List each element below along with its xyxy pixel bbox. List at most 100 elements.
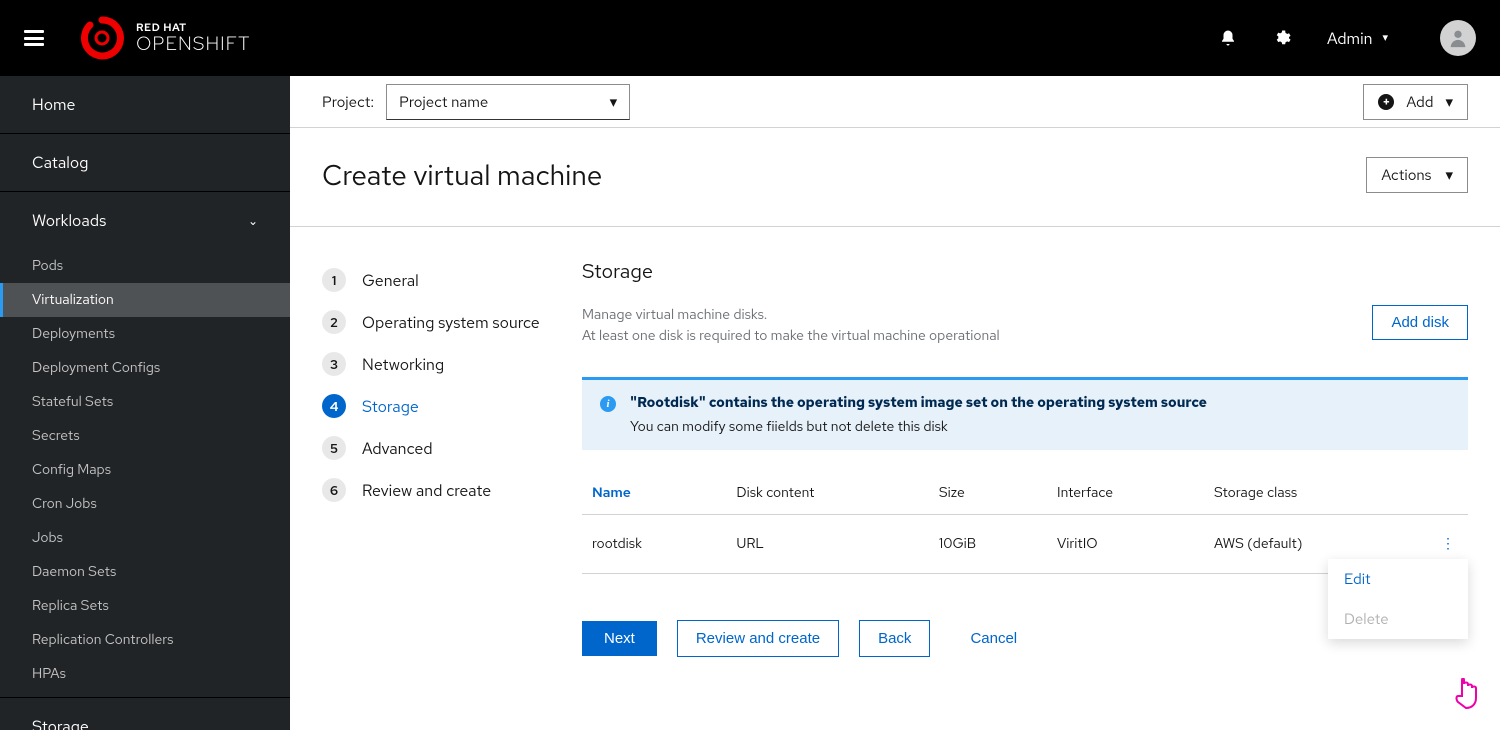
step-badge: 2 — [322, 310, 346, 334]
cancel-button[interactable]: Cancel — [970, 630, 1017, 647]
subnav-pods[interactable]: Pods — [0, 249, 290, 283]
desc-line-1: Manage virtual machine disks. — [582, 305, 1000, 326]
subnav-hpas[interactable]: HPAs — [0, 657, 290, 691]
nav-home-label: Home — [32, 94, 75, 115]
subnav-jobs[interactable]: Jobs — [0, 521, 290, 555]
subnav-config-maps[interactable]: Config Maps — [0, 453, 290, 487]
subnav-deployment-configs[interactable]: Deployment Configs — [0, 351, 290, 385]
step-storage[interactable]: 4 Storage — [322, 385, 582, 427]
info-alert: i "Rootdisk" contains the operating syst… — [582, 377, 1468, 450]
brand-bottom-text: OPENSHIFT — [136, 34, 250, 53]
subnav-secrets[interactable]: Secrets — [0, 419, 290, 453]
step-badge: 5 — [322, 436, 346, 460]
step-label: General — [362, 270, 419, 291]
col-size[interactable]: Size — [929, 472, 1047, 515]
subnav-cron-jobs[interactable]: Cron Jobs — [0, 487, 290, 521]
caret-down-icon: ▾ — [610, 92, 618, 112]
redhat-icon — [80, 16, 124, 60]
section-description: Manage virtual machine disks. At least o… — [582, 305, 1000, 347]
nav-catalog-label: Catalog — [32, 152, 88, 173]
row-kebab-menu: Edit Delete — [1328, 559, 1468, 639]
step-content: Storage Manage virtual machine disks. At… — [582, 259, 1468, 698]
step-os-source[interactable]: 2 Operating system source — [322, 301, 582, 343]
page-title: Create virtual machine — [322, 156, 602, 194]
step-networking[interactable]: 3 Networking — [322, 343, 582, 385]
project-selected: Project name — [399, 92, 488, 112]
cell-size: 10GiB — [929, 515, 1047, 574]
col-disk-content[interactable]: Disk content — [726, 472, 929, 515]
step-advanced[interactable]: 5 Advanced — [322, 427, 582, 469]
step-review[interactable]: 6 Review and create — [322, 469, 582, 511]
step-label: Advanced — [362, 438, 433, 459]
step-badge: 6 — [322, 478, 346, 502]
plus-circle-icon: + — [1378, 94, 1394, 110]
avatar[interactable] — [1440, 20, 1476, 56]
workloads-submenu: Pods Virtualization Deployments Deployme… — [0, 249, 290, 698]
menu-delete[interactable]: Delete — [1328, 599, 1468, 639]
step-label: Operating system source — [362, 312, 540, 333]
subnav-daemon-sets[interactable]: Daemon Sets — [0, 555, 290, 589]
nav-storage-label: Storage — [32, 716, 89, 730]
step-label: Review and create — [362, 480, 491, 501]
settings-icon[interactable] — [1273, 29, 1291, 47]
brand-logo: RED HAT OPENSHIFT — [80, 16, 250, 60]
sidebar: Home Catalog Workloads ⌄ Pods Virtualiza… — [0, 76, 290, 730]
project-bar: Project: Project name ▾ + Add ▾ — [290, 76, 1500, 128]
masthead: RED HAT OPENSHIFT Admin ▾ — [0, 0, 1500, 76]
add-button[interactable]: + Add ▾ — [1363, 84, 1468, 120]
step-badge: 3 — [322, 352, 346, 376]
disk-table: Name Disk content Size Interface Storage… — [582, 472, 1468, 574]
caret-down-icon: ▾ — [1445, 165, 1453, 185]
subnav-virtualization[interactable]: Virtualization — [0, 283, 290, 317]
row-kebab-button[interactable]: ⋮ Edit Delete — [1428, 515, 1468, 574]
notifications-icon[interactable] — [1219, 29, 1237, 47]
subnav-replica-sets[interactable]: Replica Sets — [0, 589, 290, 623]
actions-button[interactable]: Actions ▾ — [1366, 157, 1468, 193]
col-storage-class[interactable]: Storage class — [1204, 472, 1428, 515]
cell-disk-content: URL — [726, 515, 929, 574]
nav-catalog[interactable]: Catalog — [0, 134, 290, 192]
step-badge: 1 — [322, 268, 346, 292]
next-button[interactable]: Next — [582, 621, 657, 656]
page-header: Create virtual machine Actions ▾ — [290, 128, 1500, 227]
section-title: Storage — [582, 259, 1468, 285]
alert-title: "Rootdisk" contains the operating system… — [630, 394, 1207, 412]
nav-storage[interactable]: Storage — [0, 698, 290, 730]
project-select[interactable]: Project name ▾ — [386, 84, 630, 120]
nav-workloads-label: Workloads — [32, 210, 106, 231]
step-general[interactable]: 1 General — [322, 259, 582, 301]
user-icon — [1447, 27, 1469, 49]
col-name[interactable]: Name — [582, 472, 726, 515]
desc-line-2: At least one disk is required to make th… — [582, 326, 1000, 347]
wizard-nav: 1 General 2 Operating system source 3 Ne… — [322, 259, 582, 698]
nav-home[interactable]: Home — [0, 76, 290, 134]
info-icon: i — [600, 396, 616, 412]
user-name: Admin — [1327, 28, 1372, 49]
wizard-content: 1 General 2 Operating system source 3 Ne… — [290, 227, 1500, 730]
nav-workloads[interactable]: Workloads ⌄ — [0, 192, 290, 249]
project-label: Project: — [322, 92, 374, 112]
add-disk-button[interactable]: Add disk — [1372, 305, 1468, 340]
user-menu[interactable]: Admin ▾ — [1327, 28, 1388, 49]
caret-down-icon: ▾ — [1445, 92, 1453, 112]
cell-interface: ViritIO — [1047, 515, 1204, 574]
step-badge: 4 — [322, 394, 346, 418]
table-row: rootdisk URL 10GiB ViritIO AWS (default)… — [582, 515, 1468, 574]
subnav-stateful-sets[interactable]: Stateful Sets — [0, 385, 290, 419]
caret-down-icon: ▾ — [1382, 31, 1388, 45]
col-interface[interactable]: Interface — [1047, 472, 1204, 515]
subnav-replication-controllers[interactable]: Replication Controllers — [0, 623, 290, 657]
menu-edit[interactable]: Edit — [1328, 559, 1468, 599]
alert-text: You can modify some fiields but not dele… — [630, 418, 1207, 436]
review-create-button[interactable]: Review and create — [677, 620, 839, 657]
actions-button-label: Actions — [1381, 165, 1431, 185]
main: Project: Project name ▾ + Add ▾ Create v… — [290, 76, 1500, 730]
menu-toggle-button[interactable] — [24, 30, 44, 46]
add-button-label: Add — [1406, 92, 1433, 112]
cell-name: rootdisk — [582, 515, 726, 574]
step-label: Storage — [362, 396, 419, 417]
back-button[interactable]: Back — [859, 620, 930, 657]
chevron-down-icon: ⌄ — [248, 213, 258, 229]
col-actions — [1428, 472, 1468, 515]
subnav-deployments[interactable]: Deployments — [0, 317, 290, 351]
